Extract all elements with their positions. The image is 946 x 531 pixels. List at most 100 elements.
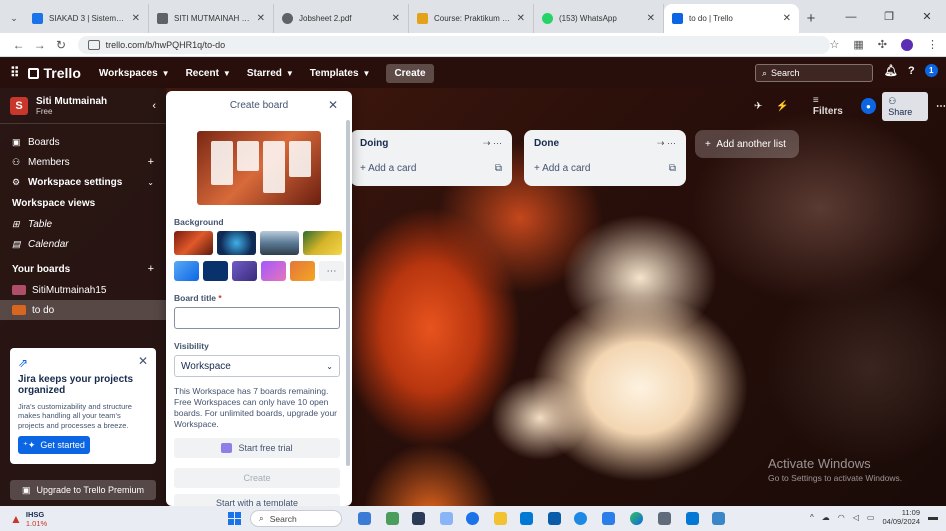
background-photo-option[interactable] [303,231,342,255]
tab-close-icon[interactable]: ✕ [517,13,525,24]
close-popover-icon[interactable]: ✕ [328,98,338,112]
background-photo-option[interactable] [217,231,256,255]
start-with-template-button[interactable]: Start with a template [174,494,340,506]
windows-start-icon[interactable] [228,512,241,525]
trello-logo[interactable]: Trello [27,65,81,81]
close-window-icon[interactable]: ✕ [908,0,946,33]
sidebar-view-table[interactable]: ⊞ Table [0,214,166,234]
profile-avatar-icon[interactable] [901,38,914,51]
background-color-option[interactable] [203,261,228,281]
list-actions[interactable]: ⇢ ⋯ [657,138,676,149]
sidebar-board-item[interactable]: SitiMutmainah15 [0,280,166,300]
automation-icon[interactable]: ⚡ [776,101,788,112]
wifi-icon[interactable]: ◠ [838,513,845,522]
list-title[interactable]: Done [534,138,559,149]
create-board-button[interactable]: Create [174,468,340,489]
tab-close-icon[interactable]: ✕ [647,13,655,24]
tab-search-icon[interactable]: ⌄ [4,4,24,33]
browser-tab[interactable]: Course: Praktikum Dasar P ✕ [409,4,534,33]
browser-tab[interactable]: SITI MUTMAINAH | Spada ✕ [149,4,274,33]
background-photo-option[interactable] [174,231,213,255]
extensions-puzzle-icon[interactable]: ✣ [878,38,887,51]
taskbar-app-icon[interactable] [386,512,399,525]
app-switcher-icon[interactable]: ⠿ [10,65,20,81]
help-icon[interactable]: ? [908,65,915,77]
sidebar-item-boards[interactable]: ▣ Boards [0,132,166,152]
filters-button[interactable]: ≡ Filters [813,95,851,117]
sidebar-view-calendar[interactable]: ▤ Calendar [0,234,166,254]
power-up-icon[interactable]: ✈ [754,101,762,112]
background-color-option[interactable] [290,261,315,281]
photos-icon[interactable] [712,512,725,525]
menu-recent[interactable]: Recent ▼ [186,68,231,79]
browser-menu-icon[interactable]: ⋮ [927,38,938,51]
cloud-icon[interactable]: ☁ [822,513,830,522]
menu-workspaces[interactable]: Workspaces ▼ [99,68,170,79]
add-member-icon[interactable]: + [148,156,154,168]
add-card-button[interactable]: + Add a card ⧉ [360,163,502,174]
taskbar-app-icon[interactable] [574,512,587,525]
search-input[interactable]: ⌕ Search [755,64,873,82]
list-doing[interactable]: Doing ⇢ ⋯ + Add a card ⧉ [350,130,512,186]
background-color-option[interactable] [174,261,199,281]
chevron-up-icon[interactable]: ^ [810,513,814,522]
chrome-icon[interactable] [466,512,479,525]
reload-icon[interactable]: ↻ [50,38,71,52]
close-promo-icon[interactable]: ✕ [138,354,148,368]
battery-icon[interactable]: ▭ [867,513,875,522]
share-button[interactable]: ⚇ Share [882,91,928,121]
edge-icon[interactable] [630,512,643,525]
member-avatar[interactable]: ● [860,98,877,114]
volume-icon[interactable]: ◁ [853,513,859,522]
taskbar-app-icon[interactable] [358,512,371,525]
address-bar[interactable]: trello.com/b/hwPQHR1q/to-do [77,35,830,54]
tab-close-icon[interactable]: ✕ [392,13,400,24]
tab-close-icon[interactable]: ✕ [783,13,791,24]
list-done[interactable]: Done ⇢ ⋯ + Add a card ⧉ [524,130,686,186]
back-icon[interactable]: ← [8,38,29,52]
bookmark-star-icon[interactable]: ☆ [830,38,840,51]
browser-tab[interactable]: (153) WhatsApp ✕ [534,4,664,33]
minimize-icon[interactable]: — [832,0,870,33]
board-menu-icon[interactable]: ⋯ [936,101,946,112]
list-title[interactable]: Doing [360,138,388,149]
taskbar-app-icon[interactable] [520,512,533,525]
taskbar-app-icon[interactable] [602,512,615,525]
sidebar-board-item-selected[interactable]: to do [0,300,166,320]
card-template-icon[interactable]: ⧉ [669,163,676,174]
taskbar-app-icon[interactable] [658,512,671,525]
browser-tab[interactable]: SIAKAD 3 | Sistem Informa ✕ [24,4,149,33]
taskbar-app-icon[interactable] [412,512,425,525]
taskbar-app-icon[interactable] [440,512,453,525]
clock[interactable]: 11:09 04/09/2024 [882,508,920,526]
popover-scrollbar[interactable] [346,120,350,466]
list-actions[interactable]: ⇢ ⋯ [483,138,502,149]
notification-count-badge[interactable]: 1 [924,64,938,77]
new-tab-icon[interactable]: + [799,4,823,33]
forward-icon[interactable]: → [29,38,50,52]
mail-icon[interactable] [548,512,561,525]
browser-tab-active[interactable]: to do | Trello ✕ [664,4,799,33]
get-started-button[interactable]: ⁺✦ Get started [18,436,90,455]
sidebar-item-members[interactable]: ⚇ Members + [0,152,166,172]
collapse-sidebar-icon[interactable]: ‹ [152,100,156,112]
sidebar-item-workspace-settings[interactable]: ⚙ Workspace settings ⌄ [0,172,166,192]
add-list-button[interactable]: + Add another list [695,130,799,158]
add-board-icon[interactable]: + [148,263,154,275]
vscode-icon[interactable] [686,512,699,525]
menu-starred[interactable]: Starred ▼ [247,68,294,79]
visibility-select[interactable]: Workspace ⌄ [174,355,340,377]
site-info-icon[interactable] [87,39,100,50]
upgrade-premium-button[interactable]: ▣ Upgrade to Trello Premium [10,480,156,500]
extension-icon[interactable]: ▦ [853,38,863,51]
browser-tab[interactable]: Jobsheet 2.pdf ✕ [274,4,409,33]
taskbar-search[interactable]: ⌕ Search [250,510,342,527]
create-button[interactable]: Create [386,63,434,83]
more-backgrounds-icon[interactable]: ⋯ [319,261,344,281]
add-card-button[interactable]: + Add a card ⧉ [534,163,676,174]
maximize-icon[interactable]: ❐ [870,0,908,33]
board-title-input[interactable] [174,307,340,329]
workspace-header[interactable]: S Siti Mutmainah Free ‹ [0,88,166,124]
notifications-bell-icon[interactable]: 🔔︎ [884,64,898,77]
background-color-option[interactable] [232,261,257,281]
